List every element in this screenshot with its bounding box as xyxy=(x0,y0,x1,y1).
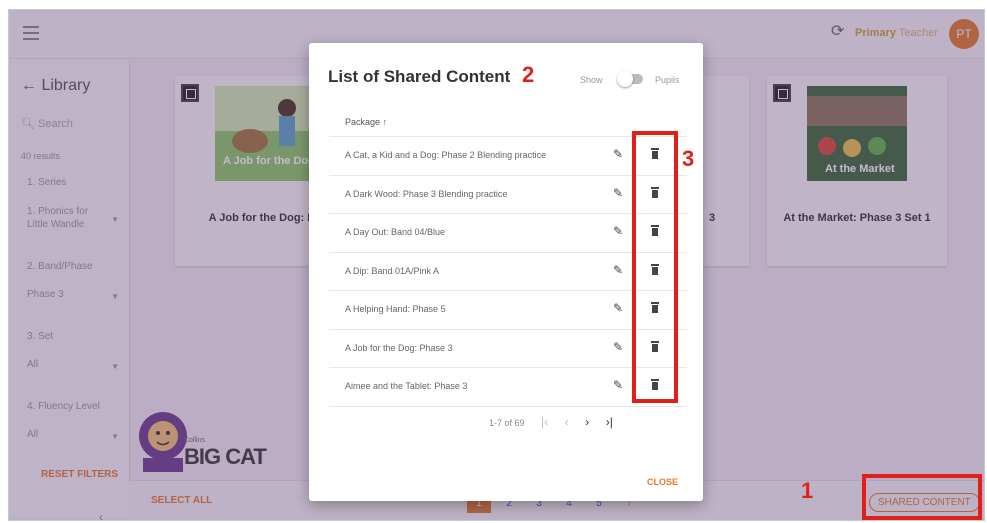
pupils-toggle[interactable] xyxy=(617,71,643,87)
close-button[interactable]: CLOSE xyxy=(647,477,678,487)
edit-icon[interactable]: ✎ xyxy=(613,186,623,200)
annotation-box-delete xyxy=(632,131,678,403)
package-name: A Job for the Dog: Phase 3 xyxy=(345,342,453,353)
edit-icon[interactable]: ✎ xyxy=(613,378,623,392)
annotation-number-1: 1 xyxy=(801,478,814,503)
dialog-title: List of Shared Content xyxy=(328,67,511,86)
pagination-range: 1-7 of 69 xyxy=(489,418,525,428)
first-page-icon[interactable]: |‹ xyxy=(541,415,548,429)
show-label: Show xyxy=(580,75,603,85)
edit-icon[interactable]: ✎ xyxy=(613,301,623,315)
edit-icon[interactable]: ✎ xyxy=(613,224,623,238)
package-name: A Day Out: Band 04/Blue xyxy=(345,227,446,237)
package-name: Aimee and the Tablet: Phase 3 xyxy=(345,381,468,391)
package-name: A Helping Hand: Phase 5 xyxy=(345,304,446,314)
annotation-number-2: 2 xyxy=(522,62,535,87)
app-frame: ⟳ Primary Teacher PT ← Library 🔍︎ Search… xyxy=(8,9,985,521)
last-page-icon[interactable]: ›| xyxy=(606,415,613,429)
package-column-header[interactable]: Package ↑ xyxy=(345,117,387,127)
prev-page-icon[interactable]: ‹ xyxy=(565,415,569,429)
dialog-pagination: 1-7 of 69 |‹ ‹ › ›| xyxy=(489,415,627,429)
annotation-box-shared-content xyxy=(862,474,982,520)
edit-icon[interactable]: ✎ xyxy=(613,263,623,277)
edit-icon[interactable]: ✎ xyxy=(613,147,623,161)
next-page-icon[interactable]: › xyxy=(585,415,589,429)
edit-icon[interactable]: ✎ xyxy=(613,340,623,354)
pupils-label: Pupils xyxy=(655,75,680,85)
annotation-number-3: 3 xyxy=(682,146,695,171)
package-name: A Dark Wood: Phase 3 Blending practice xyxy=(345,188,508,199)
package-name: A Dip: Band 01A/Pink A xyxy=(345,265,440,276)
package-name: A Cat, a Kid and a Dog: Phase 2 Blending… xyxy=(345,150,547,160)
